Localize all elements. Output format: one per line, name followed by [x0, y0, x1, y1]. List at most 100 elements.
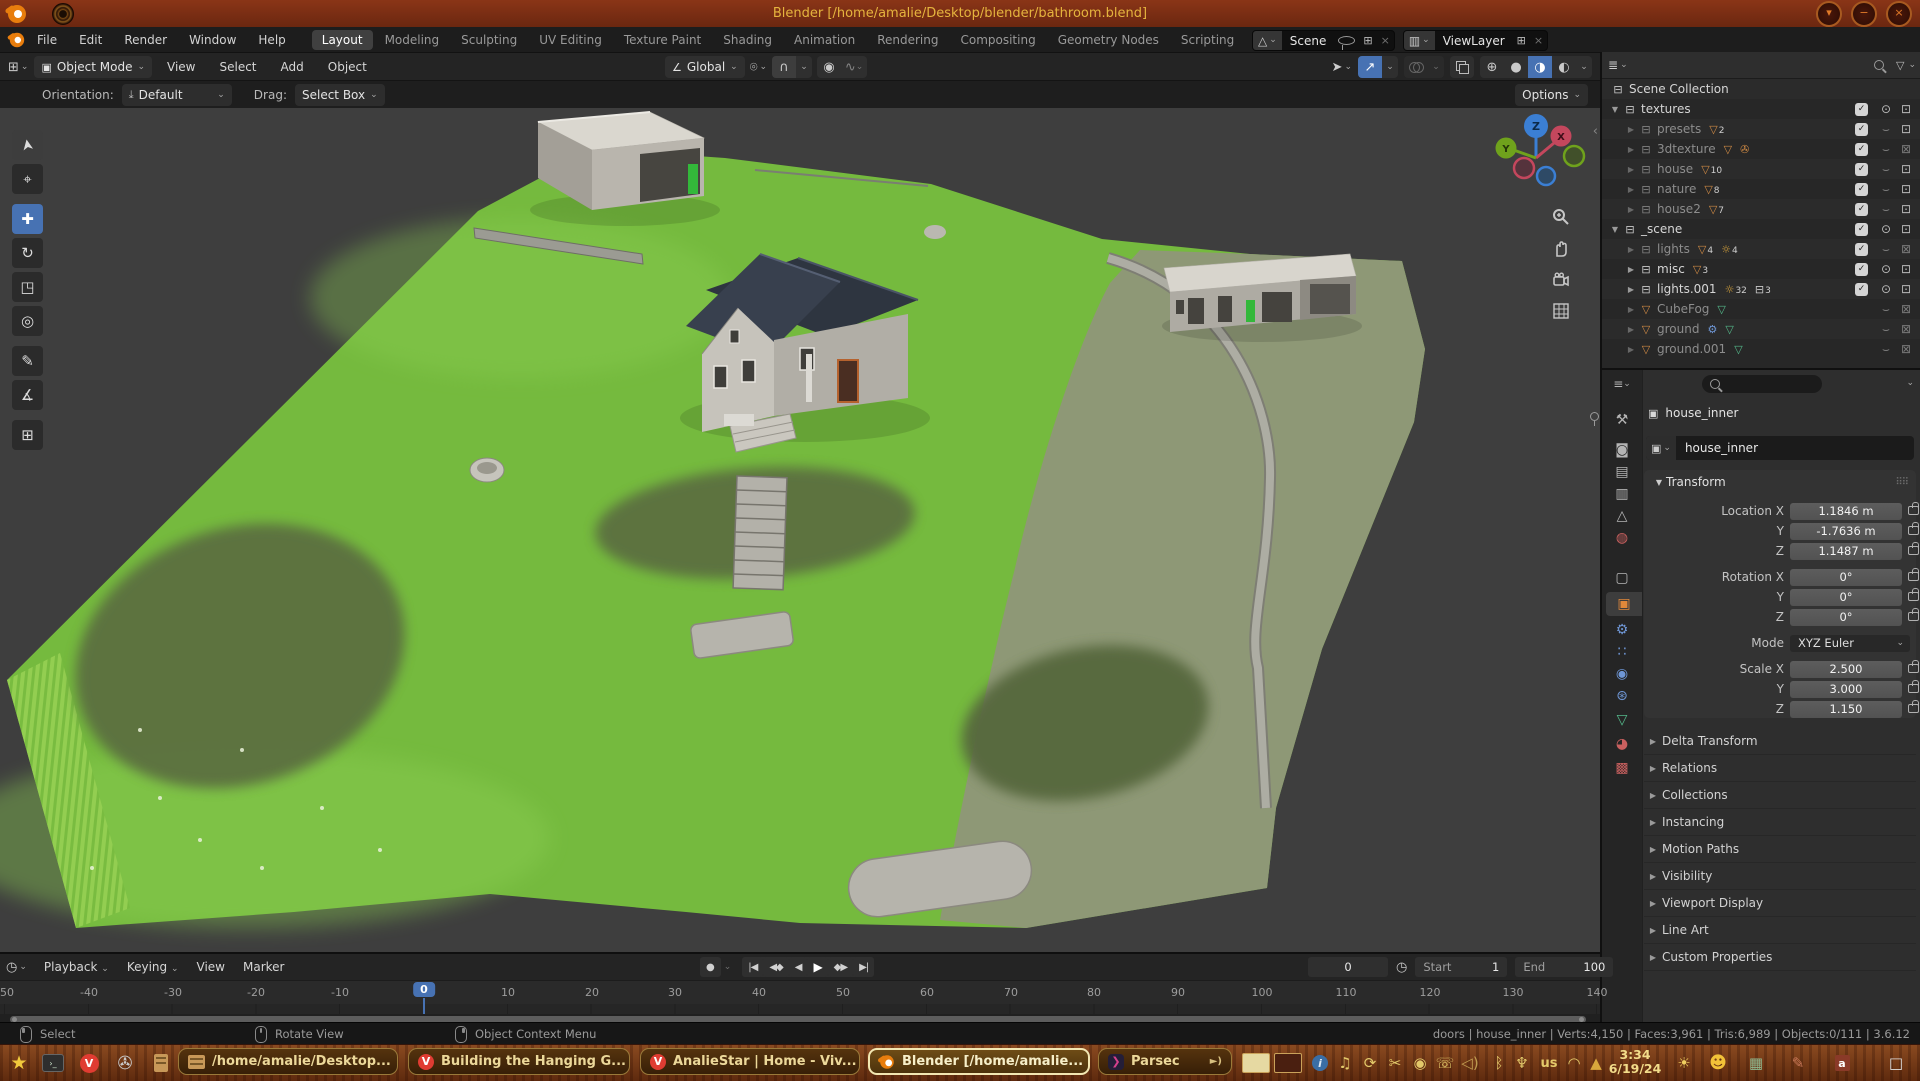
camera-off-icon[interactable]: ⊠	[1896, 242, 1916, 256]
transform-tool[interactable]: ◎	[12, 306, 43, 336]
media-launcher-icon[interactable]: ✇	[112, 1051, 138, 1075]
xray-toggle[interactable]	[1450, 56, 1474, 78]
terminal-launcher-icon[interactable]: ›_	[40, 1051, 66, 1075]
blender-menu-icon[interactable]	[10, 32, 24, 46]
pin-icon[interactable]	[1590, 412, 1599, 421]
play-button[interactable]: ▶	[807, 957, 827, 977]
workspace-1-pager[interactable]	[1242, 1053, 1270, 1073]
info-tray-icon[interactable]: i	[1308, 1052, 1332, 1074]
scale-tool[interactable]: ◳	[12, 272, 43, 302]
lock-icon[interactable]	[1908, 506, 1919, 515]
camera-toggle-icon[interactable]: ⊡	[1896, 102, 1916, 116]
solid-shading-icon[interactable]: ●	[1504, 56, 1528, 78]
new-layer-icon[interactable]: ⊞	[1513, 34, 1530, 47]
rotation-mode-dropdown[interactable]: XYZ Euler⌄	[1790, 635, 1910, 652]
pan-hand-icon[interactable]	[1548, 236, 1574, 262]
menu-window[interactable]: Window	[178, 33, 247, 47]
pivot-point-dropdown[interactable]: ⌾⌄	[750, 60, 767, 75]
window-minimize-icon[interactable]: −	[1851, 1, 1877, 27]
dictionary-tray-icon[interactable]: a	[1830, 1052, 1854, 1074]
menu-view[interactable]: View	[158, 60, 204, 74]
proportional-edit-icon[interactable]: ◉	[817, 56, 841, 78]
collapse-icon[interactable]: ▼	[1608, 105, 1622, 114]
camera-toggle-icon[interactable]: ⊡	[1896, 182, 1916, 196]
camera-view-icon[interactable]	[1548, 267, 1574, 293]
add-cube-tool[interactable]: ⊞	[12, 420, 43, 450]
tab-uv-editing[interactable]: UV Editing	[529, 30, 612, 50]
next-keyframe-button[interactable]: ◆▶	[828, 957, 853, 977]
menu-select[interactable]: Select	[210, 60, 265, 74]
expand-icon[interactable]: ▶	[1624, 245, 1638, 254]
transform-orientation-dropdown[interactable]: ∠ Global⌄	[665, 56, 745, 78]
rotation-z-field[interactable]: 0°	[1790, 609, 1902, 626]
annotate-tool[interactable]: ✎	[12, 346, 43, 376]
ortho-grid-icon[interactable]	[1548, 298, 1574, 324]
render-tab[interactable]: ◙	[1602, 438, 1642, 462]
menu-edit[interactable]: Edit	[68, 33, 113, 47]
tab-sculpting[interactable]: Sculpting	[451, 30, 527, 50]
snap-dropdown[interactable]: ⌄	[796, 56, 812, 78]
texture-tab[interactable]: ▩	[1602, 756, 1642, 780]
tab-scripting[interactable]: Scripting	[1171, 30, 1244, 50]
filter-funnel-icon[interactable]: ▽	[1896, 59, 1904, 72]
rotate-tool[interactable]: ↻	[12, 238, 43, 268]
eye-icon[interactable]: ⊙	[1876, 102, 1896, 116]
new-scene-icon[interactable]: ⊞	[1359, 34, 1376, 47]
section-delta-transform[interactable]: ▶Delta Transform	[1644, 728, 1916, 755]
lock-icon[interactable]	[1908, 546, 1919, 555]
eye-icon[interactable]: ⊙	[1876, 222, 1896, 236]
expand-icon[interactable]: ▶	[1624, 345, 1638, 354]
overlays-dropdown[interactable]: ⌄	[1428, 56, 1444, 78]
axis-y-neg[interactable]	[1564, 146, 1584, 166]
tab-texture-paint[interactable]: Texture Paint	[614, 30, 711, 50]
gizmos-dropdown[interactable]: ⌄	[1382, 56, 1398, 78]
camera-toggle-icon[interactable]: ⊡	[1896, 162, 1916, 176]
constraints-tab[interactable]: ⊛	[1602, 684, 1642, 708]
camera-toggle-icon[interactable]: ⊡	[1896, 262, 1916, 276]
eye-closed-icon[interactable]: ⌣	[1876, 182, 1896, 197]
lock-icon[interactable]	[1908, 526, 1919, 535]
taskbar-window-files[interactable]: /home/amalie/Desktop...	[178, 1048, 398, 1075]
axis-z-neg[interactable]	[1537, 167, 1555, 185]
eye-closed-icon[interactable]: ⌣	[1876, 242, 1896, 257]
outliner-row-house[interactable]: ▶ ⊟ house ▽10 ✓ ⌣ ⊡	[1602, 159, 1920, 179]
tab-animation[interactable]: Animation	[784, 30, 865, 50]
axis-x-neg[interactable]	[1514, 158, 1534, 178]
camera-off-icon[interactable]: ⊠	[1896, 142, 1916, 156]
collection-tab[interactable]: ▢	[1602, 566, 1642, 590]
properties-search-input[interactable]	[1702, 375, 1822, 393]
menu-object[interactable]: Object	[319, 60, 376, 74]
scale-x-field[interactable]: 2.500	[1790, 661, 1902, 678]
wireframe-shading-icon[interactable]: ⊕	[1480, 56, 1504, 78]
clock[interactable]: 3:34 6/19/24	[1604, 1048, 1666, 1077]
tab-compositing[interactable]: Compositing	[950, 30, 1045, 50]
menu-view-timeline[interactable]: View	[188, 960, 234, 974]
checkbox[interactable]: ✓	[1855, 143, 1868, 156]
timeline-editor-icon[interactable]: ◷⌄	[6, 960, 27, 975]
checkbox[interactable]: ✓	[1855, 183, 1868, 196]
navigation-gizmo[interactable]: Z X Y	[1496, 114, 1585, 185]
scale-y-field[interactable]: 3.000	[1790, 681, 1902, 698]
playhead[interactable]: 0	[413, 982, 435, 997]
location-x-field[interactable]: 1.1846 m	[1790, 503, 1902, 520]
outliner-row-scene[interactable]: ▼ ⊟ _scene ✓ ⊙ ⊡	[1602, 219, 1920, 239]
play-reverse-button[interactable]: ◀	[789, 957, 808, 977]
stairs[interactable]	[733, 476, 787, 590]
outliner-row-ground-001[interactable]: ▶ ▽ ground.001 ▽ ⌣ ⊠	[1602, 339, 1920, 359]
bluetooth-tray-icon[interactable]: ᛒ	[1487, 1052, 1511, 1074]
keyboard-layout-indicator[interactable]: us	[1537, 1052, 1561, 1074]
output-tab[interactable]: ▤	[1602, 460, 1642, 484]
menu-file[interactable]: File	[26, 33, 68, 47]
object-data-tab[interactable]: ▽	[1602, 708, 1642, 732]
section-visibility[interactable]: ▶Visibility	[1644, 863, 1916, 890]
taskbar-window-browser1[interactable]: VBuilding the Hanging G...	[408, 1048, 630, 1075]
eye-closed-icon[interactable]: ⌣	[1876, 322, 1896, 337]
search-icon[interactable]	[1874, 60, 1884, 70]
outliner-row-house2[interactable]: ▶ ⊟ house2 ▽7 ✓ ⌣ ⊡	[1602, 199, 1920, 219]
checkbox[interactable]: ✓	[1855, 283, 1868, 296]
lock-icon[interactable]	[1908, 664, 1919, 673]
view-layer-selector[interactable]: ▥⌄ ViewLayer ⊞ ×	[1403, 30, 1548, 51]
volume-tray-icon[interactable]: ◁)	[1458, 1052, 1482, 1074]
end-frame-field[interactable]: End100	[1515, 957, 1613, 977]
smiley-tray-icon[interactable]: ☻	[1706, 1052, 1730, 1074]
